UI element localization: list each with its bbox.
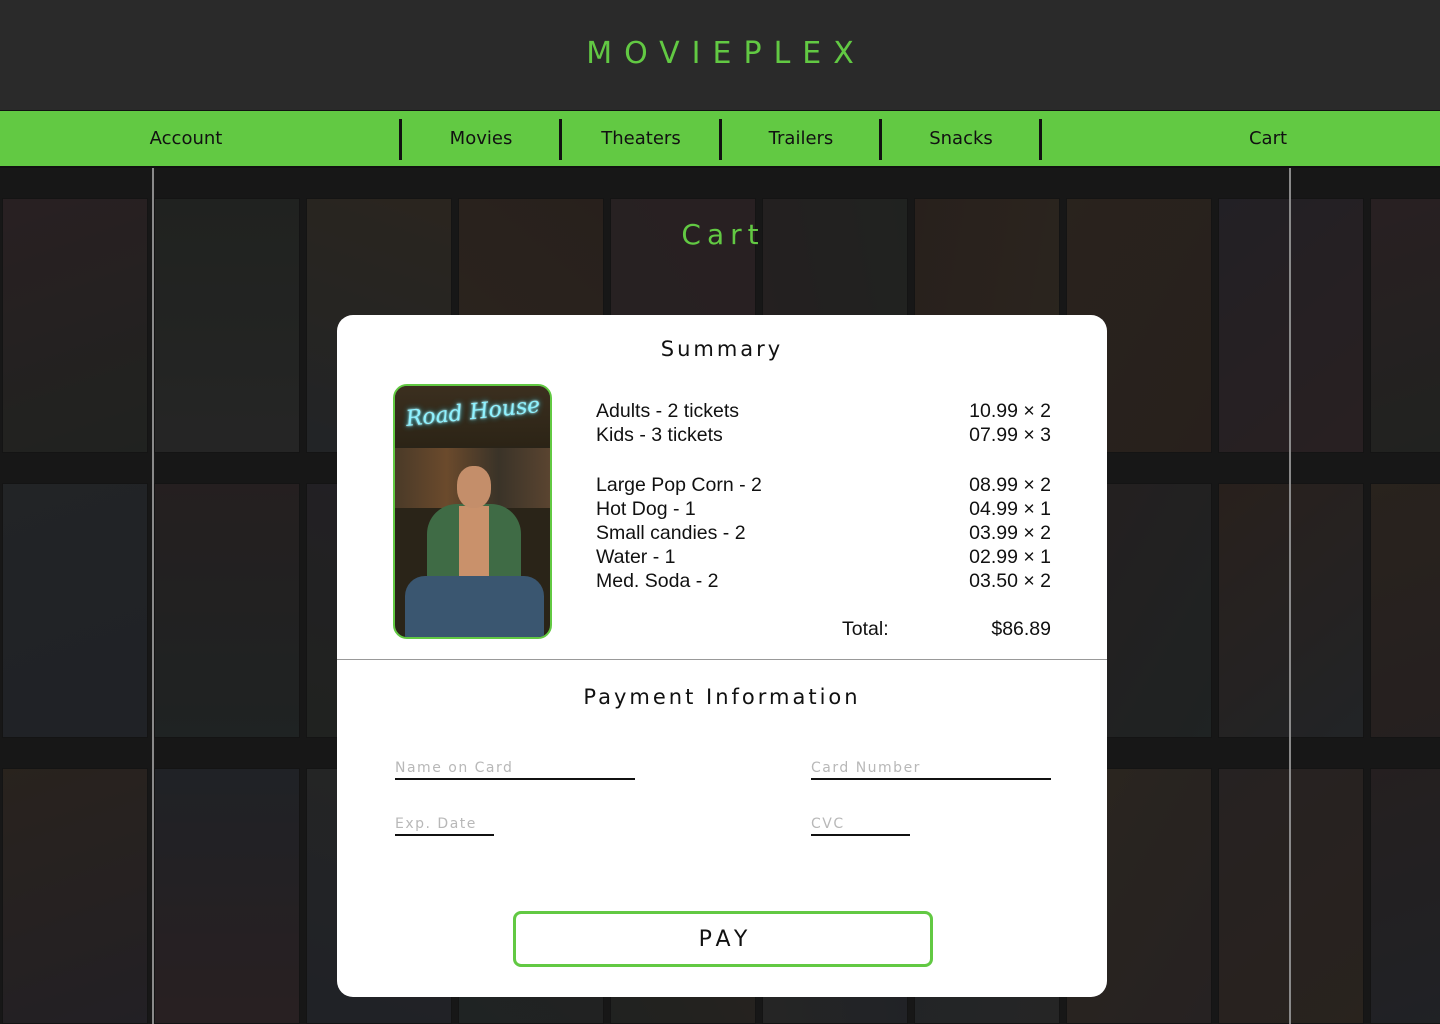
pay-button[interactable]: PAY [513, 911, 933, 967]
payment-title: Payment Information [583, 685, 861, 709]
header: MOVIEPLEX [0, 0, 1440, 110]
line-item: Water - 1 02.99 × 1 [596, 545, 1051, 569]
line-item-label: Small candies - 2 [596, 522, 746, 544]
line-item-price: 03.99 × 2 [969, 522, 1051, 544]
nav-separator [1039, 119, 1042, 160]
line-item-price: 10.99 × 2 [969, 400, 1051, 422]
section-divider [337, 659, 1107, 660]
cart-card: Summary Road House Adults - 2 tickets 10… [337, 315, 1107, 997]
line-item-label: Water - 1 [596, 546, 676, 568]
poster-figure-chest [459, 506, 489, 576]
line-item-label: Large Pop Corn - 2 [596, 474, 762, 496]
background-divider-line [152, 168, 154, 1024]
main-nav: Account Movies Theaters Trailers Snacks … [0, 110, 1440, 168]
background-divider-line [1289, 168, 1291, 1024]
nav-movies[interactable]: Movies [402, 111, 560, 167]
line-item: Hot Dog - 1 04.99 × 1 [596, 497, 1051, 521]
cvc-input[interactable] [811, 814, 910, 836]
line-item-label: Med. Soda - 2 [596, 570, 719, 592]
line-item: Large Pop Corn - 2 08.99 × 2 [596, 473, 1051, 497]
poster-figure-jeans [405, 576, 544, 637]
summary-title: Summary [660, 337, 784, 361]
nav-cart[interactable]: Cart [1100, 111, 1436, 167]
line-item: Adults - 2 tickets 10.99 × 2 [596, 399, 1051, 423]
line-item: Small candies - 2 03.99 × 2 [596, 521, 1051, 545]
line-item-label: Kids - 3 tickets [596, 424, 723, 446]
line-item-price: 07.99 × 3 [969, 424, 1051, 446]
page-title: Cart [681, 218, 765, 251]
nav-trailers[interactable]: Trailers [722, 111, 880, 167]
nav-snacks[interactable]: Snacks [882, 111, 1040, 167]
line-item-price: 08.99 × 2 [969, 474, 1051, 496]
line-item: Kids - 3 tickets 07.99 × 3 [596, 423, 1051, 447]
brand-logo[interactable]: MOVIEPLEX [0, 36, 1440, 71]
line-item-price: 02.99 × 1 [969, 546, 1051, 568]
line-item-price: 04.99 × 1 [969, 498, 1051, 520]
line-item-label: Adults - 2 tickets [596, 400, 740, 422]
nav-account[interactable]: Account [0, 111, 372, 167]
movie-poster: Road House [393, 384, 552, 639]
line-item-price: 03.50 × 2 [969, 570, 1051, 592]
line-item: Med. Soda - 2 03.50 × 2 [596, 569, 1051, 593]
line-item-label: Hot Dog - 1 [596, 498, 696, 520]
poster-figure-head [457, 466, 491, 508]
total-label: Total: [842, 618, 889, 640]
total-value: $86.89 [991, 618, 1051, 640]
name-on-card-input[interactable] [395, 758, 635, 780]
card-number-input[interactable] [811, 758, 1051, 780]
nav-theaters[interactable]: Theaters [562, 111, 720, 167]
exp-date-input[interactable] [395, 814, 494, 836]
